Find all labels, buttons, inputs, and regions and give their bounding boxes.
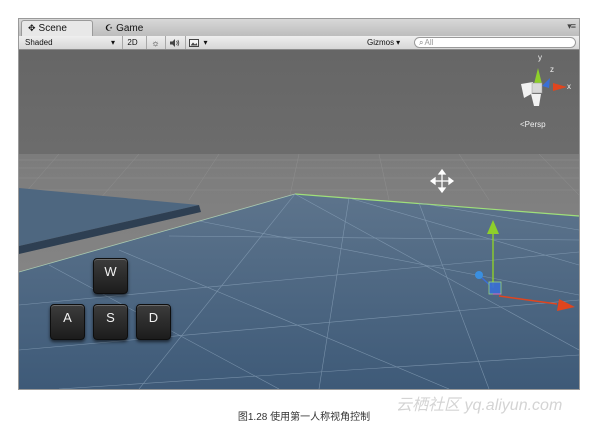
sun-icon[interactable]: ☼	[146, 36, 164, 49]
scene-toolbar: Shaded ▾ 2D ☼ ▾ Gizmos ▾ ⌕ All	[19, 36, 579, 50]
search-placeholder: All	[424, 38, 434, 47]
gizmo-x-label: x	[567, 82, 571, 91]
key-d: D	[136, 304, 171, 340]
search-input[interactable]: ⌕ All	[414, 37, 576, 48]
key-a: A	[50, 304, 85, 340]
key-w: W	[93, 258, 128, 294]
2d-label: 2D	[127, 38, 138, 47]
search-icon: ⌕	[419, 37, 424, 47]
gizmo-z-label: z	[550, 65, 554, 74]
chevron-down-icon: ▾	[203, 38, 208, 47]
z-axis-handle-end[interactable]	[475, 271, 483, 279]
tab-game-label: Game	[116, 22, 144, 34]
scene-icon: ✥	[28, 23, 36, 33]
gizmo-y-label: y	[538, 53, 542, 62]
effects-dropdown[interactable]: ▾	[185, 36, 211, 49]
persp-label: Persp	[524, 120, 546, 129]
draw-mode-dropdown[interactable]: Shaded ▾	[25, 36, 121, 49]
key-s: S	[93, 304, 128, 340]
gizmos-dropdown[interactable]: Gizmos ▾	[367, 36, 407, 49]
chevron-down-icon: ▾	[110, 38, 115, 47]
gizmo-center-cube[interactable]	[531, 82, 543, 94]
chevron-down-icon: ▾	[396, 38, 401, 47]
speaker-icon[interactable]	[165, 36, 183, 49]
draw-mode-label: Shaded	[25, 38, 53, 47]
plane-handle[interactable]	[488, 281, 502, 295]
figure-caption: 图1.28 使用第一人称视角控制	[237, 412, 371, 423]
scene-window: ✥ Scene ☪ Game ▾≡ Shaded ▾ 2D ☼ ▾ Gizmos…	[18, 18, 580, 390]
projection-toggle[interactable]: <Persp	[520, 120, 546, 129]
tab-bar: ✥ Scene ☪ Game ▾≡	[19, 19, 579, 37]
gizmos-label: Gizmos	[367, 38, 395, 47]
window-menu-icon[interactable]: ▾≡	[567, 21, 576, 32]
2d-toggle-button[interactable]: 2D	[122, 36, 142, 49]
scene-viewport[interactable]: y z x <Persp W A S D	[19, 50, 579, 389]
tab-game[interactable]: ☪ Game	[99, 20, 161, 36]
game-icon: ☪	[105, 22, 114, 33]
speaker-glyph	[169, 38, 179, 47]
image-icon	[189, 38, 200, 47]
tab-scene-label: Scene	[38, 23, 67, 34]
tab-scene[interactable]: ✥ Scene	[21, 20, 93, 36]
